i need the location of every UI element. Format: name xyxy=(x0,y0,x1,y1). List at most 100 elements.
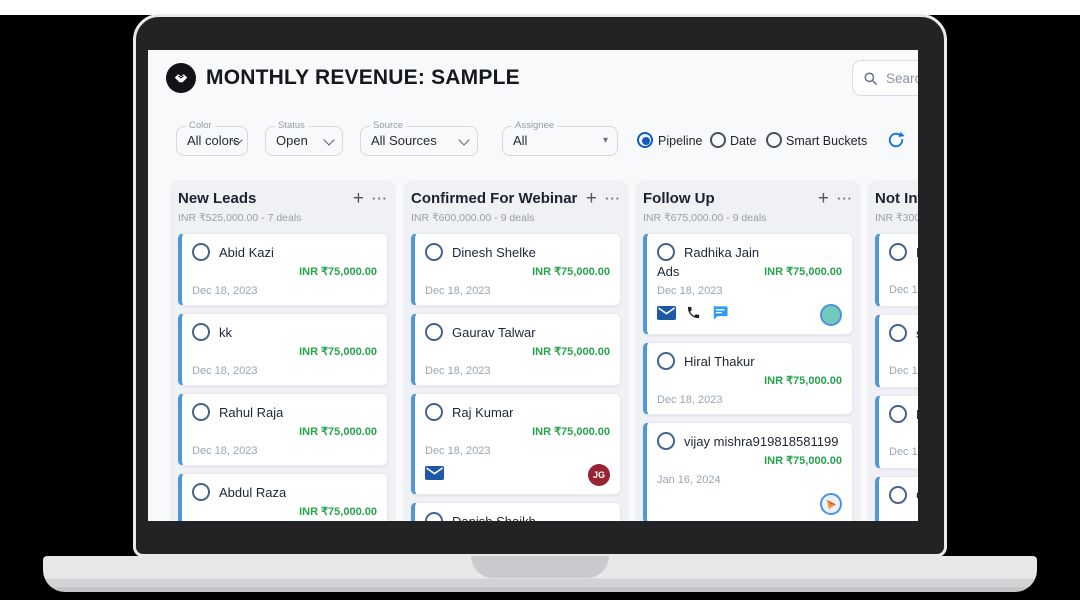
column-title: Confirmed For Webinar xyxy=(411,190,578,207)
deal-card[interactable]: Dinesh ShelkeINR ₹75,000.00Dec 18, 2023 xyxy=(411,233,621,306)
deal-card[interactable]: vijay mishra919818581199INR ₹75,000.00Ja… xyxy=(643,422,853,521)
avatar-initials: JG xyxy=(588,464,610,486)
color-filter-select[interactable]: Color All colors xyxy=(176,126,248,156)
assignee-filter-select[interactable]: Assignee All ▾ xyxy=(502,126,618,156)
deal-date: Dec 18, 2023 xyxy=(192,445,377,457)
deal-amount: INR ₹75,000.00 xyxy=(532,265,610,278)
deal-name: Raj Kumar xyxy=(452,405,513,420)
column-cards: Radhika Jain Ads INR ₹75,000.00 Dec 18, 202… xyxy=(643,233,853,521)
deal-name: Radhika Jain xyxy=(684,245,759,260)
deal-name: Abdul Raza xyxy=(219,485,286,500)
deal-amount: INR ₹75,000.00 xyxy=(764,374,842,387)
deal-radio[interactable] xyxy=(889,324,907,342)
laptop-base-notch xyxy=(471,556,609,578)
column-menu-button[interactable]: ··· xyxy=(837,192,853,206)
deal-date: Dec 18, 2023 xyxy=(425,365,610,377)
radio-date[interactable] xyxy=(710,132,726,148)
deal-name: vijay mishra919818581199 xyxy=(684,434,838,449)
deal-card[interactable]: Raj Kumar INR ₹75,000.00 Dec 18, 2023 JG xyxy=(411,393,621,495)
phone-icon[interactable] xyxy=(686,305,701,325)
column-menu-button[interactable]: ··· xyxy=(372,192,388,206)
deal-date: Dec 18, 2023 xyxy=(889,365,918,377)
deal-subtitle: Ads xyxy=(657,264,679,279)
deal-radio[interactable] xyxy=(192,403,210,421)
deal-name: kk xyxy=(219,325,232,340)
background-top-strip xyxy=(0,0,1080,15)
page-title: MONTHLY REVENUE: SAMPLE xyxy=(206,66,520,90)
deal-card[interactable]: GanDec 18, 2023 xyxy=(875,476,918,521)
deal-radio[interactable] xyxy=(889,486,907,504)
mail-icon[interactable] xyxy=(425,466,444,485)
deal-card[interactable]: swaDec 18, 2023 xyxy=(875,314,918,388)
deal-amount: INR ₹75,000.00 xyxy=(532,425,610,438)
deal-card[interactable]: Danish ShaikhINR ₹75,000.00Dec 18, 2023 xyxy=(411,502,621,521)
column-title: Follow Up xyxy=(643,190,810,207)
handshake-icon xyxy=(171,68,191,88)
kanban-column: Follow Up+···INR ₹675,000.00 - 9 dealsRa… xyxy=(635,180,861,521)
deal-card[interactable]: Radhika JainAdsINR ₹75,000.00Dec 18, 202… xyxy=(643,233,853,335)
refresh-button[interactable] xyxy=(886,130,906,150)
radio-smart-buckets-label: Smart Buckets xyxy=(786,134,867,148)
deal-radio[interactable] xyxy=(425,323,443,341)
add-deal-button[interactable]: + xyxy=(578,192,605,206)
deal-name: Kira xyxy=(916,245,918,260)
deal-radio[interactable] xyxy=(657,352,675,370)
deal-radio[interactable] xyxy=(192,323,210,341)
radio-date-label: Date xyxy=(730,134,756,148)
deal-name: Hiral Thakur xyxy=(684,354,755,369)
app-logo xyxy=(166,63,196,93)
deal-card[interactable]: Hiral Thakur INR ₹75,000.00 Dec 18, 2023 xyxy=(643,342,853,415)
deal-card[interactable]: KiraDec 18, 2023 xyxy=(875,233,918,307)
search-icon xyxy=(863,71,878,86)
search-input[interactable]: Search xyxy=(852,60,918,96)
deal-date: Dec 18, 2023 xyxy=(192,365,377,377)
status-filter-value: Open xyxy=(276,127,308,154)
deal-radio[interactable] xyxy=(889,243,907,261)
kanban-column: New Leads+···INR ₹525,000.00 - 7 dealsAb… xyxy=(170,180,396,521)
deal-card[interactable]: Gaurav Talwar INR ₹75,000.00 Dec 18, 2023 xyxy=(411,313,621,386)
deal-date: Dec 18, 2023 xyxy=(425,445,610,457)
deal-card[interactable]: Abid KaziINR ₹75,000.00Dec 18, 2023 xyxy=(178,233,388,306)
laptop-screen: MONTHLY REVENUE: SAMPLE Search Color All… xyxy=(148,50,918,521)
deal-amount: INR ₹75,000.00 xyxy=(299,425,377,438)
column-title: Not Inte xyxy=(875,190,918,207)
mail-icon[interactable] xyxy=(657,306,676,325)
deal-radio[interactable] xyxy=(192,243,210,261)
deal-radio[interactable] xyxy=(425,512,443,521)
status-filter-select[interactable]: Status Open xyxy=(265,126,343,156)
deal-radio[interactable] xyxy=(425,243,443,261)
radio-pipeline-label: Pipeline xyxy=(658,134,702,148)
kanban-column: Not Inte+···INR ₹300,0KiraDec 18, 2023sw… xyxy=(867,180,918,521)
dropdown-arrow-icon: ▾ xyxy=(603,135,608,146)
chevron-down-icon xyxy=(458,134,469,145)
column-menu-button[interactable]: ··· xyxy=(605,192,621,206)
source-filter-select[interactable]: Source All Sources xyxy=(360,126,478,156)
deal-card[interactable]: Abdul RazaINR ₹75,000.00Dec 18, 2023 xyxy=(178,473,388,521)
column-summary: INR ₹600,000.00 - 9 deals xyxy=(411,212,621,224)
deal-date: Dec 18, 2023 xyxy=(889,446,918,458)
deal-radio[interactable] xyxy=(889,405,907,423)
deal-name: Abid Kazi xyxy=(219,245,274,260)
deal-radio[interactable] xyxy=(425,403,443,421)
deal-card[interactable]: kk INR ₹75,000.00 Dec 18, 2023 xyxy=(178,313,388,386)
radio-smart-buckets[interactable] xyxy=(766,132,782,148)
column-cards: Abid KaziINR ₹75,000.00Dec 18, 2023kkINR… xyxy=(178,233,388,521)
source-filter-value: All Sources xyxy=(371,127,437,154)
deal-card[interactable]: Rahul Raja INR ₹75,000.00 Dec 18, 2023 xyxy=(178,393,388,466)
deal-amount: INR ₹75,000.00 xyxy=(299,345,377,358)
kanban-board: New Leads+···INR ₹525,000.00 - 7 dealsAb… xyxy=(148,180,918,521)
radio-pipeline[interactable] xyxy=(637,132,653,148)
deal-amount: INR ₹75,000.00 xyxy=(532,345,610,358)
chat-icon[interactable] xyxy=(711,305,729,326)
deal-date: Dec 18, 2023 xyxy=(657,394,842,406)
deal-radio[interactable] xyxy=(657,243,675,261)
avatar-teal-logo xyxy=(820,304,842,326)
deal-name: Gaurav Talwar xyxy=(452,325,536,340)
deal-radio[interactable] xyxy=(192,483,210,501)
deal-card[interactable]: ManDec 18, 2023 xyxy=(875,395,918,469)
add-deal-button[interactable]: + xyxy=(345,192,372,206)
chevron-down-icon xyxy=(323,134,334,145)
add-deal-button[interactable]: + xyxy=(810,192,837,206)
deal-radio[interactable] xyxy=(657,432,675,450)
deal-name: Rahul Raja xyxy=(219,405,283,420)
